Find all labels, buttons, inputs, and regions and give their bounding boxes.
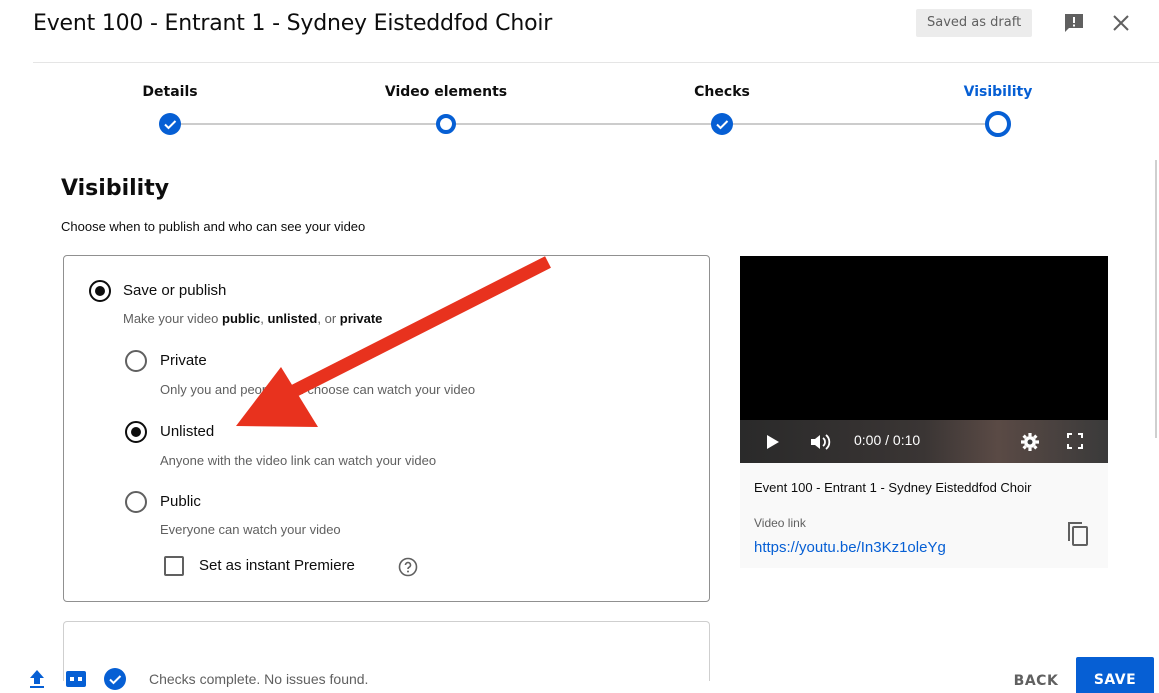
save-button[interactable]: SAVE (1076, 657, 1154, 693)
header-divider (33, 62, 1159, 63)
feedback-icon[interactable] (1062, 11, 1086, 35)
step-details-check-icon[interactable] (159, 113, 181, 135)
step-visibility-dot[interactable] (985, 111, 1011, 137)
settings-gear-icon[interactable] (1020, 432, 1040, 452)
step-video-elements-label[interactable]: Video elements (385, 84, 507, 100)
close-icon[interactable] (1110, 12, 1132, 34)
unlisted-radio[interactable] (125, 421, 147, 443)
scrollbar[interactable] (1155, 160, 1157, 438)
public-desc: Everyone can watch your video (160, 522, 341, 537)
draft-status-badge: Saved as draft (916, 9, 1033, 37)
back-button[interactable]: BACK (1004, 659, 1068, 693)
upload-icon[interactable] (28, 669, 46, 689)
time-display: 0:00 / 0:10 (854, 432, 921, 448)
unlisted-label[interactable]: Unlisted (160, 423, 214, 440)
section-subtitle: Choose when to publish and who can see y… (61, 219, 366, 234)
hd-icon[interactable] (66, 671, 86, 687)
save-or-publish-radio[interactable] (89, 280, 111, 302)
step-details-label[interactable]: Details (142, 84, 197, 100)
volume-icon[interactable] (810, 433, 834, 451)
video-player[interactable]: 0:00 / 0:10 (740, 256, 1108, 463)
public-radio[interactable] (125, 491, 147, 513)
instant-premiere-checkbox[interactable] (164, 556, 184, 576)
stepper-line (170, 123, 1000, 125)
play-icon[interactable] (766, 434, 780, 450)
checks-status: Checks complete. No issues found. (149, 671, 369, 687)
video-link-label: Video link (754, 516, 806, 530)
fullscreen-icon[interactable] (1066, 432, 1084, 450)
copy-icon[interactable] (1066, 520, 1090, 548)
help-icon[interactable] (398, 557, 418, 577)
dialog-title: Event 100 - Entrant 1 - Sydney Eisteddfo… (33, 11, 553, 36)
private-radio[interactable] (125, 350, 147, 372)
private-label[interactable]: Private (160, 352, 207, 369)
public-label[interactable]: Public (160, 493, 201, 510)
save-or-publish-desc: Make your video public, unlisted, or pri… (123, 311, 383, 326)
step-checks-label[interactable]: Checks (694, 84, 750, 100)
section-title: Visibility (61, 176, 170, 201)
step-checks-check-icon[interactable] (711, 113, 733, 135)
player-controls: 0:00 / 0:10 (740, 420, 1108, 463)
preview-video-title: Event 100 - Entrant 1 - Sydney Eisteddfo… (754, 480, 1032, 495)
dialog-header: Event 100 - Entrant 1 - Sydney Eisteddfo… (0, 0, 1159, 50)
instant-premiere-label[interactable]: Set as instant Premiere (199, 557, 355, 574)
step-video-elements-dot[interactable] (436, 114, 456, 134)
step-visibility-label[interactable]: Visibility (964, 84, 1033, 100)
save-or-publish-label[interactable]: Save or publish (123, 282, 226, 299)
check-circle-icon[interactable] (104, 668, 126, 690)
video-link[interactable]: https://youtu.be/In3Kz1oleYg (754, 539, 946, 556)
private-desc: Only you and people you choose can watch… (160, 382, 476, 397)
unlisted-desc: Anyone with the video link can watch you… (160, 453, 437, 468)
